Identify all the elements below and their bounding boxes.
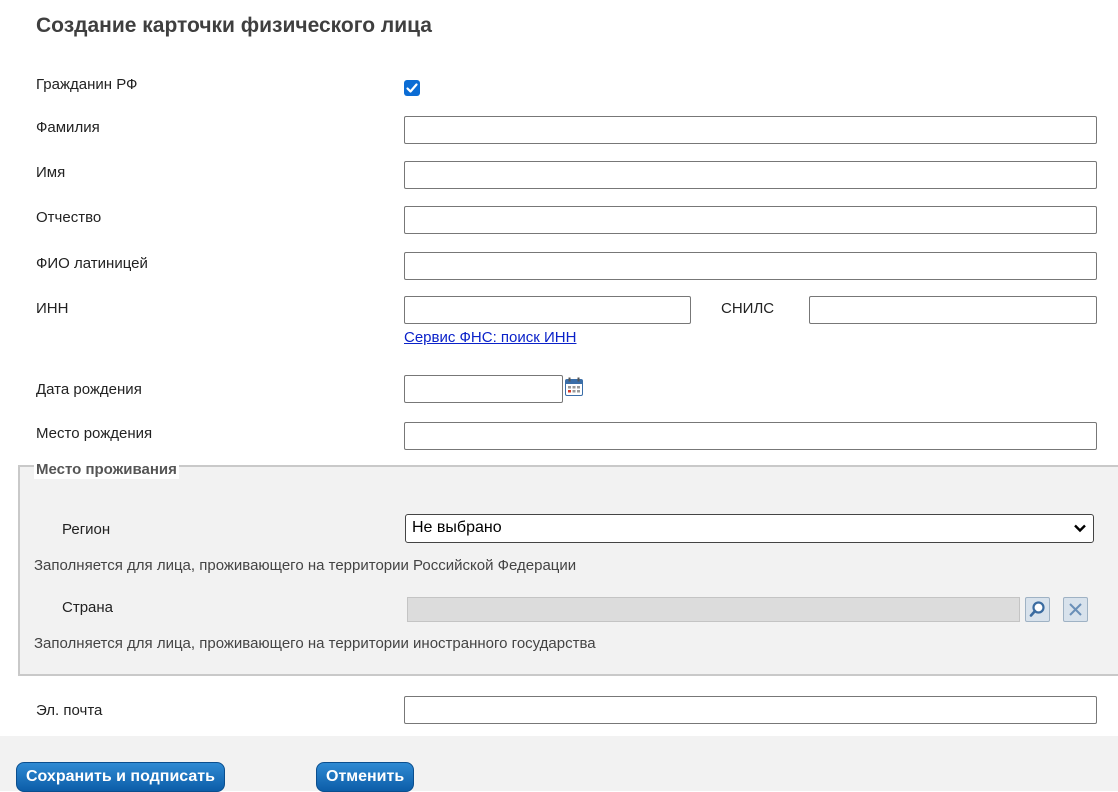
inn-input[interactable] [404, 296, 691, 324]
birthplace-label: Место рождения [36, 425, 153, 442]
region-selected-value: Не выбрано [412, 519, 502, 536]
country-label: Страна [62, 599, 114, 616]
firstname-input[interactable] [404, 161, 1097, 189]
calendar-icon[interactable] [565, 377, 583, 396]
email-label: Эл. почта [36, 702, 103, 719]
snils-label: СНИЛС [721, 300, 775, 317]
lastname-label: Фамилия [36, 119, 100, 136]
firstname-label: Имя [36, 164, 66, 181]
region-select[interactable]: Не выбрано [405, 514, 1094, 543]
birthdate-label: Дата рождения [36, 381, 142, 398]
close-icon [1069, 603, 1082, 616]
country-hint: Заполняется для лица, проживающего на те… [34, 635, 596, 652]
residence-legend: Место проживания [34, 461, 179, 479]
patronymic-label: Отчество [36, 209, 102, 226]
clear-button[interactable] [1063, 597, 1088, 622]
email-input[interactable] [404, 696, 1097, 724]
region-label: Регион [62, 521, 111, 538]
birthdate-input[interactable] [404, 375, 563, 403]
checkmark-icon [406, 83, 418, 93]
country-input[interactable] [407, 597, 1020, 622]
search-icon [1029, 601, 1045, 617]
inn-service-link[interactable]: Сервис ФНС: поиск ИНН [404, 329, 576, 346]
cancel-button[interactable]: Отменить [316, 762, 415, 792]
inn-label: ИНН [36, 300, 69, 317]
lastname-input[interactable] [404, 116, 1097, 144]
chevron-down-icon [1074, 524, 1086, 533]
patronymic-input[interactable] [404, 206, 1097, 234]
birthplace-input[interactable] [404, 422, 1097, 450]
save-and-sign-button[interactable]: Сохранить и подписать [16, 762, 225, 792]
search-button[interactable] [1025, 597, 1050, 622]
region-hint: Заполняется для лица, проживающего на те… [34, 557, 577, 574]
page-title: Создание карточки физического лица [36, 14, 432, 37]
citizen-checkbox[interactable] [404, 80, 420, 96]
snils-input[interactable] [809, 296, 1097, 324]
latin-name-label: ФИО латиницей [36, 255, 148, 272]
citizen-label: Гражданин РФ [36, 76, 138, 93]
latin-name-input[interactable] [404, 252, 1097, 280]
